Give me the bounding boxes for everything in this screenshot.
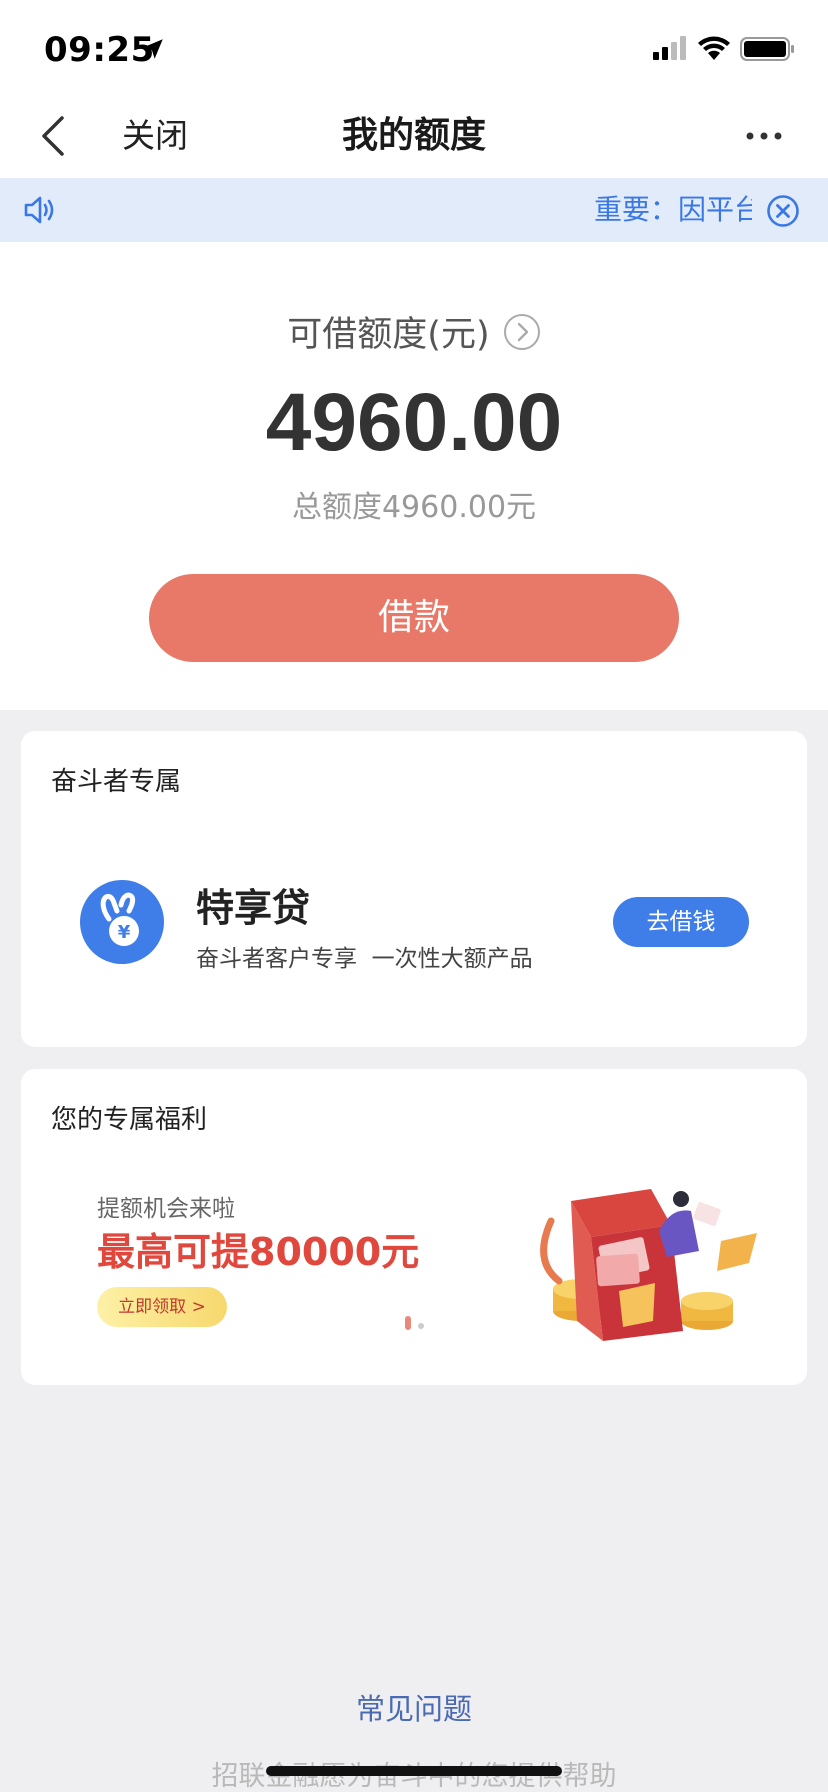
banner-subtitle: 提额机会来啦 [97, 1196, 235, 1222]
gift-box-illustration [540, 1189, 757, 1341]
status-bar: 09:25 [0, 0, 828, 96]
cellular-signal-icon [653, 36, 686, 60]
location-arrow-icon [143, 39, 163, 59]
quota-label-row[interactable]: 可借额度(元) [0, 306, 828, 357]
my-quota-page: 09:25 关闭 我的额度 重要：因平台 可借额度(元) 4960.00 总额度… [0, 0, 828, 1792]
status-time: 09:25 [44, 30, 155, 70]
total-quota: 总额度4960.00元 [291, 490, 537, 525]
more-options-icon[interactable] [740, 120, 788, 152]
ok-hand-logo-icon: ¥ [80, 880, 164, 964]
speaker-icon [24, 196, 54, 224]
close-circle-icon[interactable] [766, 194, 800, 228]
banner-headline: 最高可提80000元 [97, 1230, 420, 1274]
borrow-button[interactable]: 借款 [149, 574, 679, 662]
claim-now-button[interactable]: 立即领取 > [97, 1287, 227, 1327]
quota-section: 可借额度(元) 4960.00 总额度4960.00元 借款 [0, 242, 828, 710]
notice-text[interactable]: 重要：因平台 [594, 178, 752, 242]
wifi-icon [698, 36, 730, 60]
battery-icon [740, 37, 794, 61]
home-indicator [266, 1766, 562, 1776]
card-title: 奋斗者专属 [51, 767, 182, 797]
notice-bar: 重要：因平台 [0, 178, 828, 242]
svg-text:¥: ¥ [118, 922, 131, 943]
go-borrow-button[interactable]: 去借钱 [613, 897, 749, 947]
nav-bar: 关闭 我的额度 [0, 96, 828, 178]
promo-banner[interactable]: 提额机会来啦 最高可提80000元 立即领取 > [51, 1169, 777, 1369]
striver-exclusive-card: 奋斗者专属 ¥ 特享贷 奋斗者客户专享 一次性大额产品 去借钱 [21, 731, 807, 1047]
faq-link[interactable]: 常见问题 [0, 1686, 828, 1728]
product-name: 特享贷 [196, 886, 311, 930]
card-title: 您的专属福利 [51, 1105, 208, 1135]
exclusive-benefit-card: 您的专属福利 提额机会来啦 最高可提80000元 立即领取 > [21, 1069, 807, 1385]
carousel-dots [405, 1316, 424, 1330]
product-description: 奋斗者客户专享 一次性大额产品 [196, 946, 533, 972]
chevron-right-circle-icon[interactable] [503, 313, 541, 351]
quota-label: 可借额度(元) [287, 315, 490, 355]
available-amount: 4960.00 [265, 377, 563, 468]
page-title: 我的额度 [341, 115, 486, 156]
